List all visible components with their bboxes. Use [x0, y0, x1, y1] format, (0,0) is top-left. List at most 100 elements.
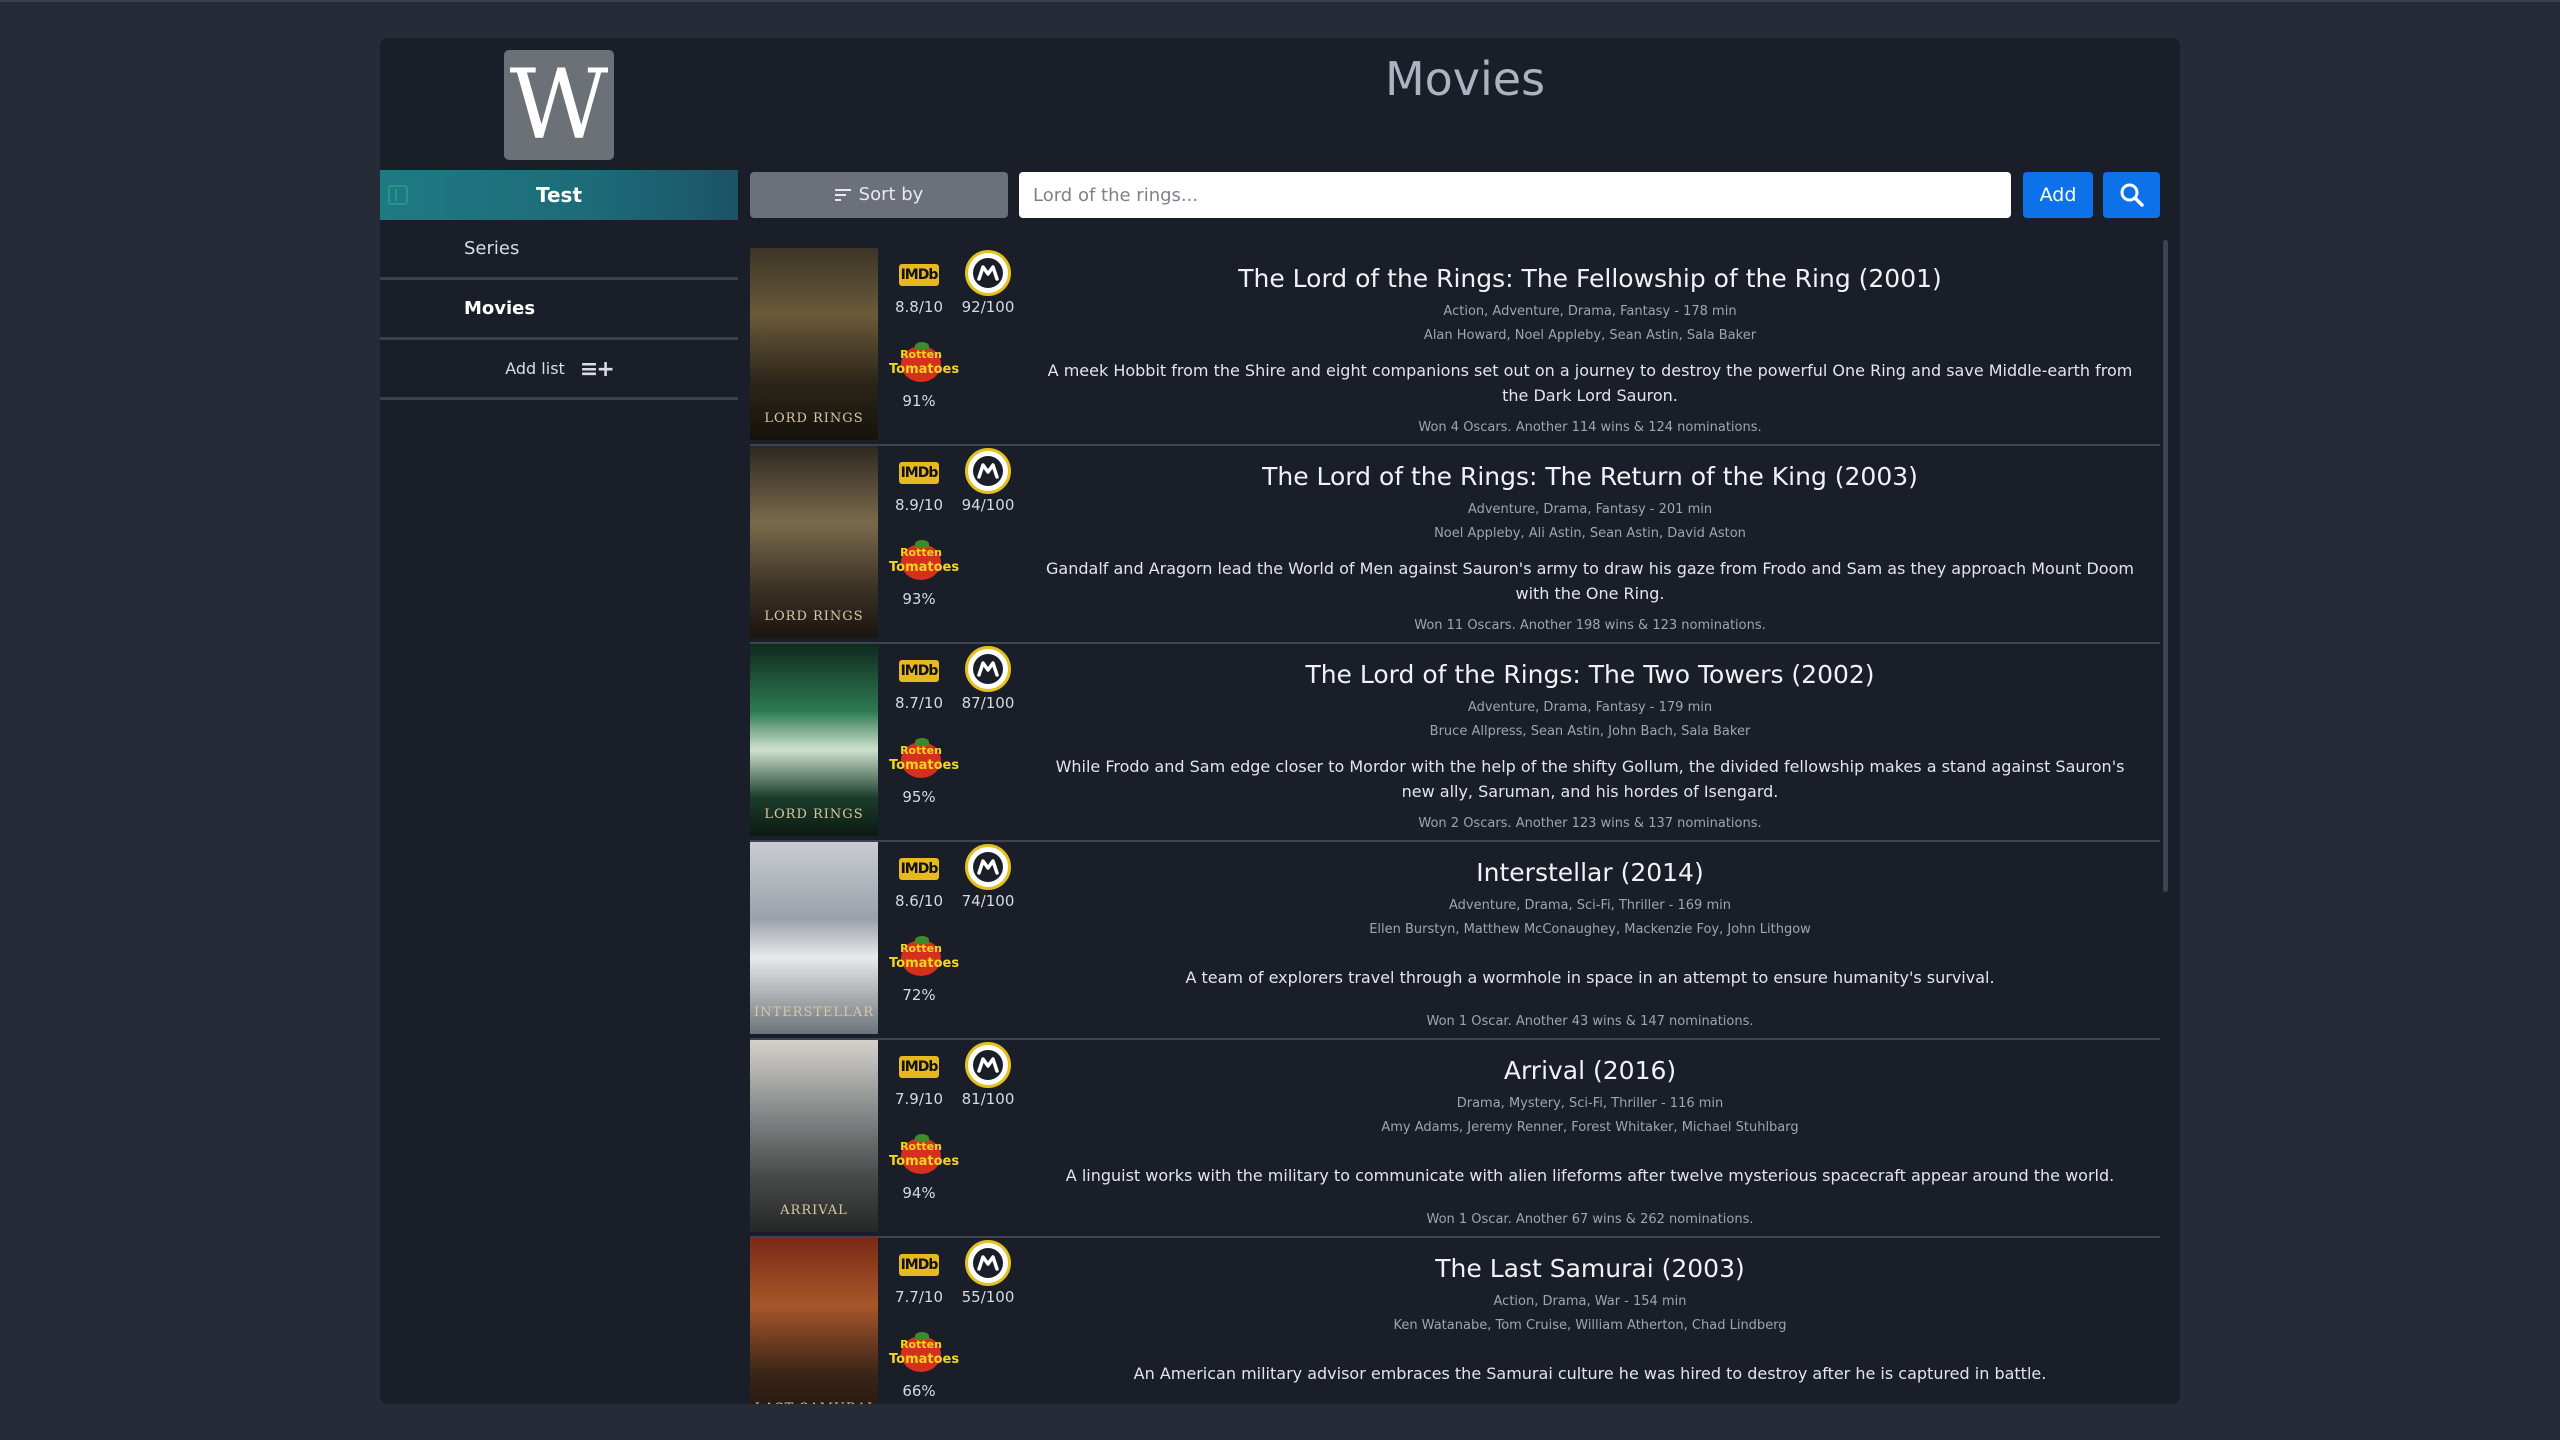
rotten-tomatoes-score: 66%	[902, 1382, 936, 1400]
metacritic-score: 87/100	[961, 694, 1015, 712]
movie-awards: Won 4 Oscars. Another 114 wins & 124 nom…	[1418, 420, 1762, 435]
movie-genre: Action, Adventure, Drama, Fantasy - 178 …	[1443, 304, 1737, 319]
imdb-score: 8.8/10	[895, 298, 943, 316]
movie-poster[interactable]: ARRIVAL	[750, 1040, 878, 1232]
movie-genre: Adventure, Drama, Fantasy - 179 min	[1467, 700, 1713, 715]
movie-row[interactable]: LAST SAMURAI IMDb 7.7/10 55/100 Rotten T…	[750, 1238, 2160, 1404]
page-title: Movies	[1384, 52, 1546, 106]
movie-cast: Amy Adams, Jeremy Renner, Forest Whitake…	[1381, 1120, 1799, 1135]
movie-row[interactable]: ARRIVAL IMDb 7.9/10 81/100 Rotten Tomato…	[750, 1040, 2160, 1238]
ratings: IMDb 8.9/10 94/100 Rotten Tomatoes 93%	[885, 446, 1015, 638]
scrollbar[interactable]	[2163, 240, 2168, 892]
imdb-logo-icon: IMDb	[899, 858, 939, 880]
movie-row[interactable]: LORD RINGS IMDb 8.9/10 94/100 Rotten Tom…	[750, 446, 2160, 644]
movie-plot: Gandalf and Aragorn lead the World of Me…	[1046, 559, 2134, 603]
metacritic-logo-icon	[965, 646, 1011, 692]
imdb-logo-icon: IMDb	[899, 1056, 939, 1078]
add-button[interactable]: Add	[2023, 172, 2093, 218]
toolbar: Sort by Add	[750, 170, 2180, 218]
add-list-label: Add list	[505, 359, 565, 378]
poster-caption: LORD RINGS	[764, 807, 864, 822]
movie-title[interactable]: The Last Samurai (2003)	[1020, 1254, 2160, 1283]
movie-poster[interactable]: INTERSTELLAR	[750, 842, 878, 1034]
imdb-logo-icon: IMDb	[899, 660, 939, 682]
rotten-tomatoes-score: 95%	[902, 788, 936, 806]
movie-title[interactable]: The Lord of the Rings: The Fellowship of…	[1020, 264, 2160, 293]
add-list-button[interactable]: Add list ≡+	[380, 340, 738, 400]
metacritic-score: 81/100	[961, 1090, 1015, 1108]
metacritic-logo-icon	[965, 250, 1011, 296]
sidebar-item-label: Series	[464, 238, 520, 259]
movie-list: LORD RINGS IMDb 8.8/10 92/100 Rotten Tom…	[750, 248, 2160, 1404]
metacritic-logo-icon	[965, 1240, 1011, 1286]
metacritic-logo-icon	[965, 448, 1011, 494]
sidebar: Test Series Movies Add list ≡+	[380, 170, 738, 1404]
movie-poster[interactable]: LORD RINGS	[750, 248, 878, 440]
sidebar-collapse-icon[interactable]	[388, 185, 408, 205]
rotten-tomatoes-logo-icon: Rotten Tomatoes	[889, 540, 959, 586]
movie-poster[interactable]: LAST SAMURAI	[750, 1238, 878, 1404]
metacritic-logo-icon	[965, 844, 1011, 890]
sort-button[interactable]: Sort by	[750, 172, 1008, 218]
poster-caption: LORD RINGS	[764, 411, 864, 426]
movie-cast: Alan Howard, Noel Appleby, Sean Astin, S…	[1423, 328, 1757, 343]
app-logo[interactable]: W	[504, 50, 614, 160]
imdb-score: 7.7/10	[895, 1288, 943, 1306]
poster-caption: INTERSTELLAR	[754, 1005, 874, 1020]
movie-cast: Noel Appleby, Ali Astin, Sean Astin, Dav…	[1434, 526, 1746, 541]
sort-label: Sort by	[858, 184, 924, 205]
rotten-tomatoes-logo-icon: Rotten Tomatoes	[889, 1332, 959, 1378]
search-button[interactable]	[2103, 172, 2160, 218]
movie-row[interactable]: INTERSTELLAR IMDb 8.6/10 74/100 Rotten T…	[750, 842, 2160, 1040]
imdb-logo-icon: IMDb	[899, 264, 939, 286]
ratings: IMDb 8.7/10 87/100 Rotten Tomatoes 95%	[885, 644, 1015, 836]
imdb-score: 8.7/10	[895, 694, 943, 712]
movie-awards: Won 1 Oscar. Another 43 wins & 147 nomin…	[1426, 1014, 1754, 1029]
movie-cast: Ellen Burstyn, Matthew McConaughey, Mack…	[1369, 922, 1811, 937]
metacritic-score: 74/100	[961, 892, 1015, 910]
imdb-score: 8.9/10	[895, 496, 943, 514]
rotten-tomatoes-score: 93%	[902, 590, 936, 608]
movie-title[interactable]: Interstellar (2014)	[1020, 858, 2160, 887]
sidebar-item-label: Movies	[464, 298, 536, 319]
metacritic-logo-icon	[965, 1042, 1011, 1088]
ratings: IMDb 7.9/10 81/100 Rotten Tomatoes 94%	[885, 1040, 1015, 1232]
sidebar-header-label: Test	[535, 183, 582, 207]
movie-title[interactable]: The Lord of the Rings: The Return of the…	[1020, 462, 2160, 491]
movie-poster[interactable]: LORD RINGS	[750, 446, 878, 638]
movie-plot: While Frodo and Sam edge closer to Mordo…	[1055, 757, 2125, 801]
sidebar-header[interactable]: Test	[380, 170, 738, 220]
movie-row[interactable]: LORD RINGS IMDb 8.8/10 92/100 Rotten Tom…	[750, 248, 2160, 446]
imdb-logo-icon: IMDb	[899, 1254, 939, 1276]
movie-awards: Won 11 Oscars. Another 198 wins & 123 no…	[1414, 618, 1766, 633]
rotten-tomatoes-score: 72%	[902, 986, 936, 1004]
movie-info: The Lord of the Rings: The Fellowship of…	[1020, 248, 2160, 446]
movie-genre: Adventure, Drama, Sci-Fi, Thriller - 169…	[1449, 898, 1731, 913]
playlist-add-icon: ≡+	[579, 356, 615, 382]
movie-plot: A linguist works with the military to co…	[1065, 1165, 2115, 1185]
movie-awards: Won 1 Oscar. Another 67 wins & 262 nomin…	[1426, 1212, 1754, 1227]
ratings: IMDb 7.7/10 55/100 Rotten Tomatoes 66%	[885, 1238, 1015, 1404]
rotten-tomatoes-logo-icon: Rotten Tomatoes	[889, 1134, 959, 1180]
movie-info: The Last Samurai (2003) Action, Drama, W…	[1020, 1238, 2160, 1404]
movie-genre: Drama, Mystery, Sci-Fi, Thriller - 116 m…	[1456, 1096, 1724, 1111]
poster-caption: ARRIVAL	[780, 1203, 848, 1218]
search-input[interactable]	[1019, 172, 2011, 218]
movie-info: Arrival (2016) Drama, Mystery, Sci-Fi, T…	[1020, 1040, 2160, 1238]
movie-poster[interactable]: LORD RINGS	[750, 644, 878, 836]
movie-plot: A meek Hobbit from the Shire and eight c…	[1047, 361, 2133, 405]
sidebar-item-series[interactable]: Series	[380, 220, 738, 280]
imdb-logo-icon: IMDb	[899, 462, 939, 484]
movie-title[interactable]: Arrival (2016)	[1020, 1056, 2160, 1085]
rotten-tomatoes-score: 91%	[902, 392, 936, 410]
metacritic-score: 92/100	[961, 298, 1015, 316]
sidebar-item-movies[interactable]: Movies	[380, 280, 738, 340]
poster-caption: LORD RINGS	[764, 609, 864, 624]
rotten-tomatoes-logo-icon: Rotten Tomatoes	[889, 936, 959, 982]
movie-info: The Lord of the Rings: The Two Towers (2…	[1020, 644, 2160, 842]
movie-cast: Ken Watanabe, Tom Cruise, William Athert…	[1393, 1318, 1787, 1333]
movie-title[interactable]: The Lord of the Rings: The Two Towers (2…	[1020, 660, 2160, 689]
app-window: W Test Series Movies Add list ≡+ Movies …	[380, 38, 2180, 1404]
poster-caption: LAST SAMURAI	[750, 1401, 878, 1404]
movie-row[interactable]: LORD RINGS IMDb 8.7/10 87/100 Rotten Tom…	[750, 644, 2160, 842]
